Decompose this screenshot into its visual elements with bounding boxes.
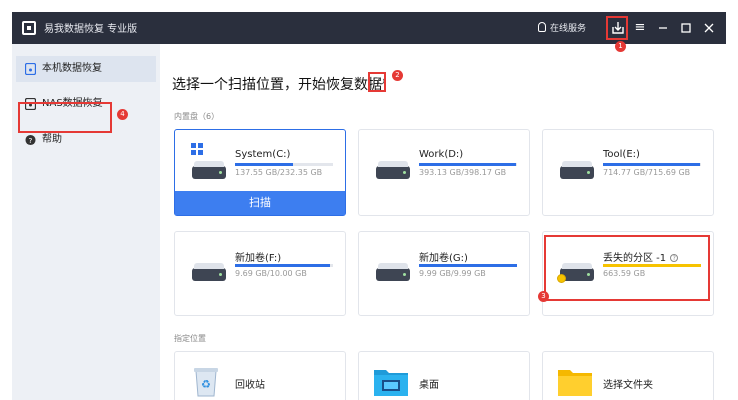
- annotation-badge-4: 4: [117, 109, 128, 120]
- drive-card-e[interactable]: Tool(E:) 714.77 GB/715.69 GB: [542, 129, 714, 216]
- minimize-icon[interactable]: [653, 18, 673, 38]
- drive-size: 393.13 GB/398.17 GB: [419, 168, 507, 177]
- desktop-folder-icon: [374, 370, 408, 396]
- title-bar: 易我数据恢复 专业版 在线服务 ≡: [12, 12, 726, 44]
- location-card-desktop[interactable]: 桌面: [358, 351, 530, 400]
- location-label: 桌面: [419, 380, 439, 391]
- drive-name: Work(D:): [419, 149, 464, 160]
- location-label: 选择文件夹: [603, 380, 653, 391]
- online-service-icon[interactable]: [538, 22, 546, 32]
- annotation-badge-1: 1: [615, 41, 626, 52]
- usage-bar: [419, 264, 517, 267]
- annotation-badge-2: 2: [392, 70, 403, 81]
- maximize-icon[interactable]: [676, 18, 696, 38]
- drive-name: System(C:): [235, 149, 291, 160]
- windows-logo-icon: [191, 143, 203, 155]
- app-window: 易我数据恢复 专业版 在线服务 ≡ 本机数据恢复 NAS数据恢复 ? 帮助 选择…: [12, 12, 726, 400]
- hard-drive-icon: [192, 263, 226, 281]
- drive-name: 新加卷(F:): [235, 253, 282, 264]
- hard-drive-icon: [192, 161, 226, 179]
- sidebar-item-label: 本机数据恢复: [42, 63, 102, 74]
- hard-drive-icon: [376, 263, 410, 281]
- drive-name: 新加卷(G:): [419, 253, 468, 264]
- drive-card-g[interactable]: 新加卷(G:) 9.99 GB/9.99 GB: [358, 231, 530, 316]
- drive-card-d[interactable]: Work(D:) 393.13 GB/398.17 GB: [358, 129, 530, 216]
- sidebar-item-label: 帮助: [42, 134, 62, 145]
- annotation-badge-3: 3: [538, 291, 549, 302]
- drive-card-f[interactable]: 新加卷(F:) 9.69 GB/10.00 GB: [174, 231, 346, 316]
- sidebar: 本机数据恢复 NAS数据恢复 ? 帮助: [12, 44, 160, 400]
- internal-disks-label: 内置盘（6）: [174, 112, 220, 121]
- main-panel: 选择一个扫描位置，开始恢复数据 ↻ 内置盘（6） System(C:) 137.…: [160, 44, 726, 400]
- export-highlight-box: [606, 16, 628, 40]
- usage-bar: [235, 264, 333, 267]
- nas-highlight-box: [18, 102, 112, 133]
- help-icon: ?: [25, 134, 36, 146]
- usage-bar: [419, 163, 517, 166]
- usage-bar: [235, 163, 333, 166]
- scan-button[interactable]: 扫描: [175, 191, 345, 215]
- location-label: 回收站: [235, 380, 265, 391]
- svg-text:?: ?: [29, 136, 33, 145]
- recycle-bin-icon: ♻: [194, 368, 218, 397]
- location-card-recycle-bin[interactable]: ♻ 回收站: [174, 351, 346, 400]
- svg-text:♻: ♻: [201, 378, 211, 391]
- hard-drive-icon: [560, 161, 594, 179]
- hard-drive-icon: [376, 161, 410, 179]
- menu-icon[interactable]: ≡: [630, 18, 650, 38]
- usage-bar: [603, 163, 701, 166]
- drive-card-c[interactable]: System(C:) 137.55 GB/232.35 GB 扫描: [174, 129, 346, 216]
- drive-name: Tool(E:): [603, 149, 640, 160]
- close-icon[interactable]: [699, 18, 719, 38]
- drive-size: 9.69 GB/10.00 GB: [235, 269, 307, 278]
- location-card-select-folder[interactable]: 选择文件夹: [542, 351, 714, 400]
- drive-size: 9.99 GB/9.99 GB: [419, 269, 486, 278]
- online-service-link[interactable]: 在线服务: [550, 21, 586, 34]
- app-logo-icon: [22, 21, 36, 35]
- refresh-highlight-box: [368, 72, 386, 92]
- folder-icon: [558, 370, 592, 396]
- app-title: 易我数据恢复 专业版: [44, 24, 138, 35]
- computer-icon: [25, 63, 36, 75]
- specified-location-label: 指定位置: [174, 334, 206, 343]
- page-title: 选择一个扫描位置，开始恢复数据: [172, 77, 382, 93]
- sidebar-item-local-recovery[interactable]: 本机数据恢复: [16, 56, 156, 82]
- lost-partition-highlight-box: [544, 235, 710, 301]
- drive-size: 714.77 GB/715.69 GB: [603, 168, 691, 177]
- drive-size: 137.55 GB/232.35 GB: [235, 168, 323, 177]
